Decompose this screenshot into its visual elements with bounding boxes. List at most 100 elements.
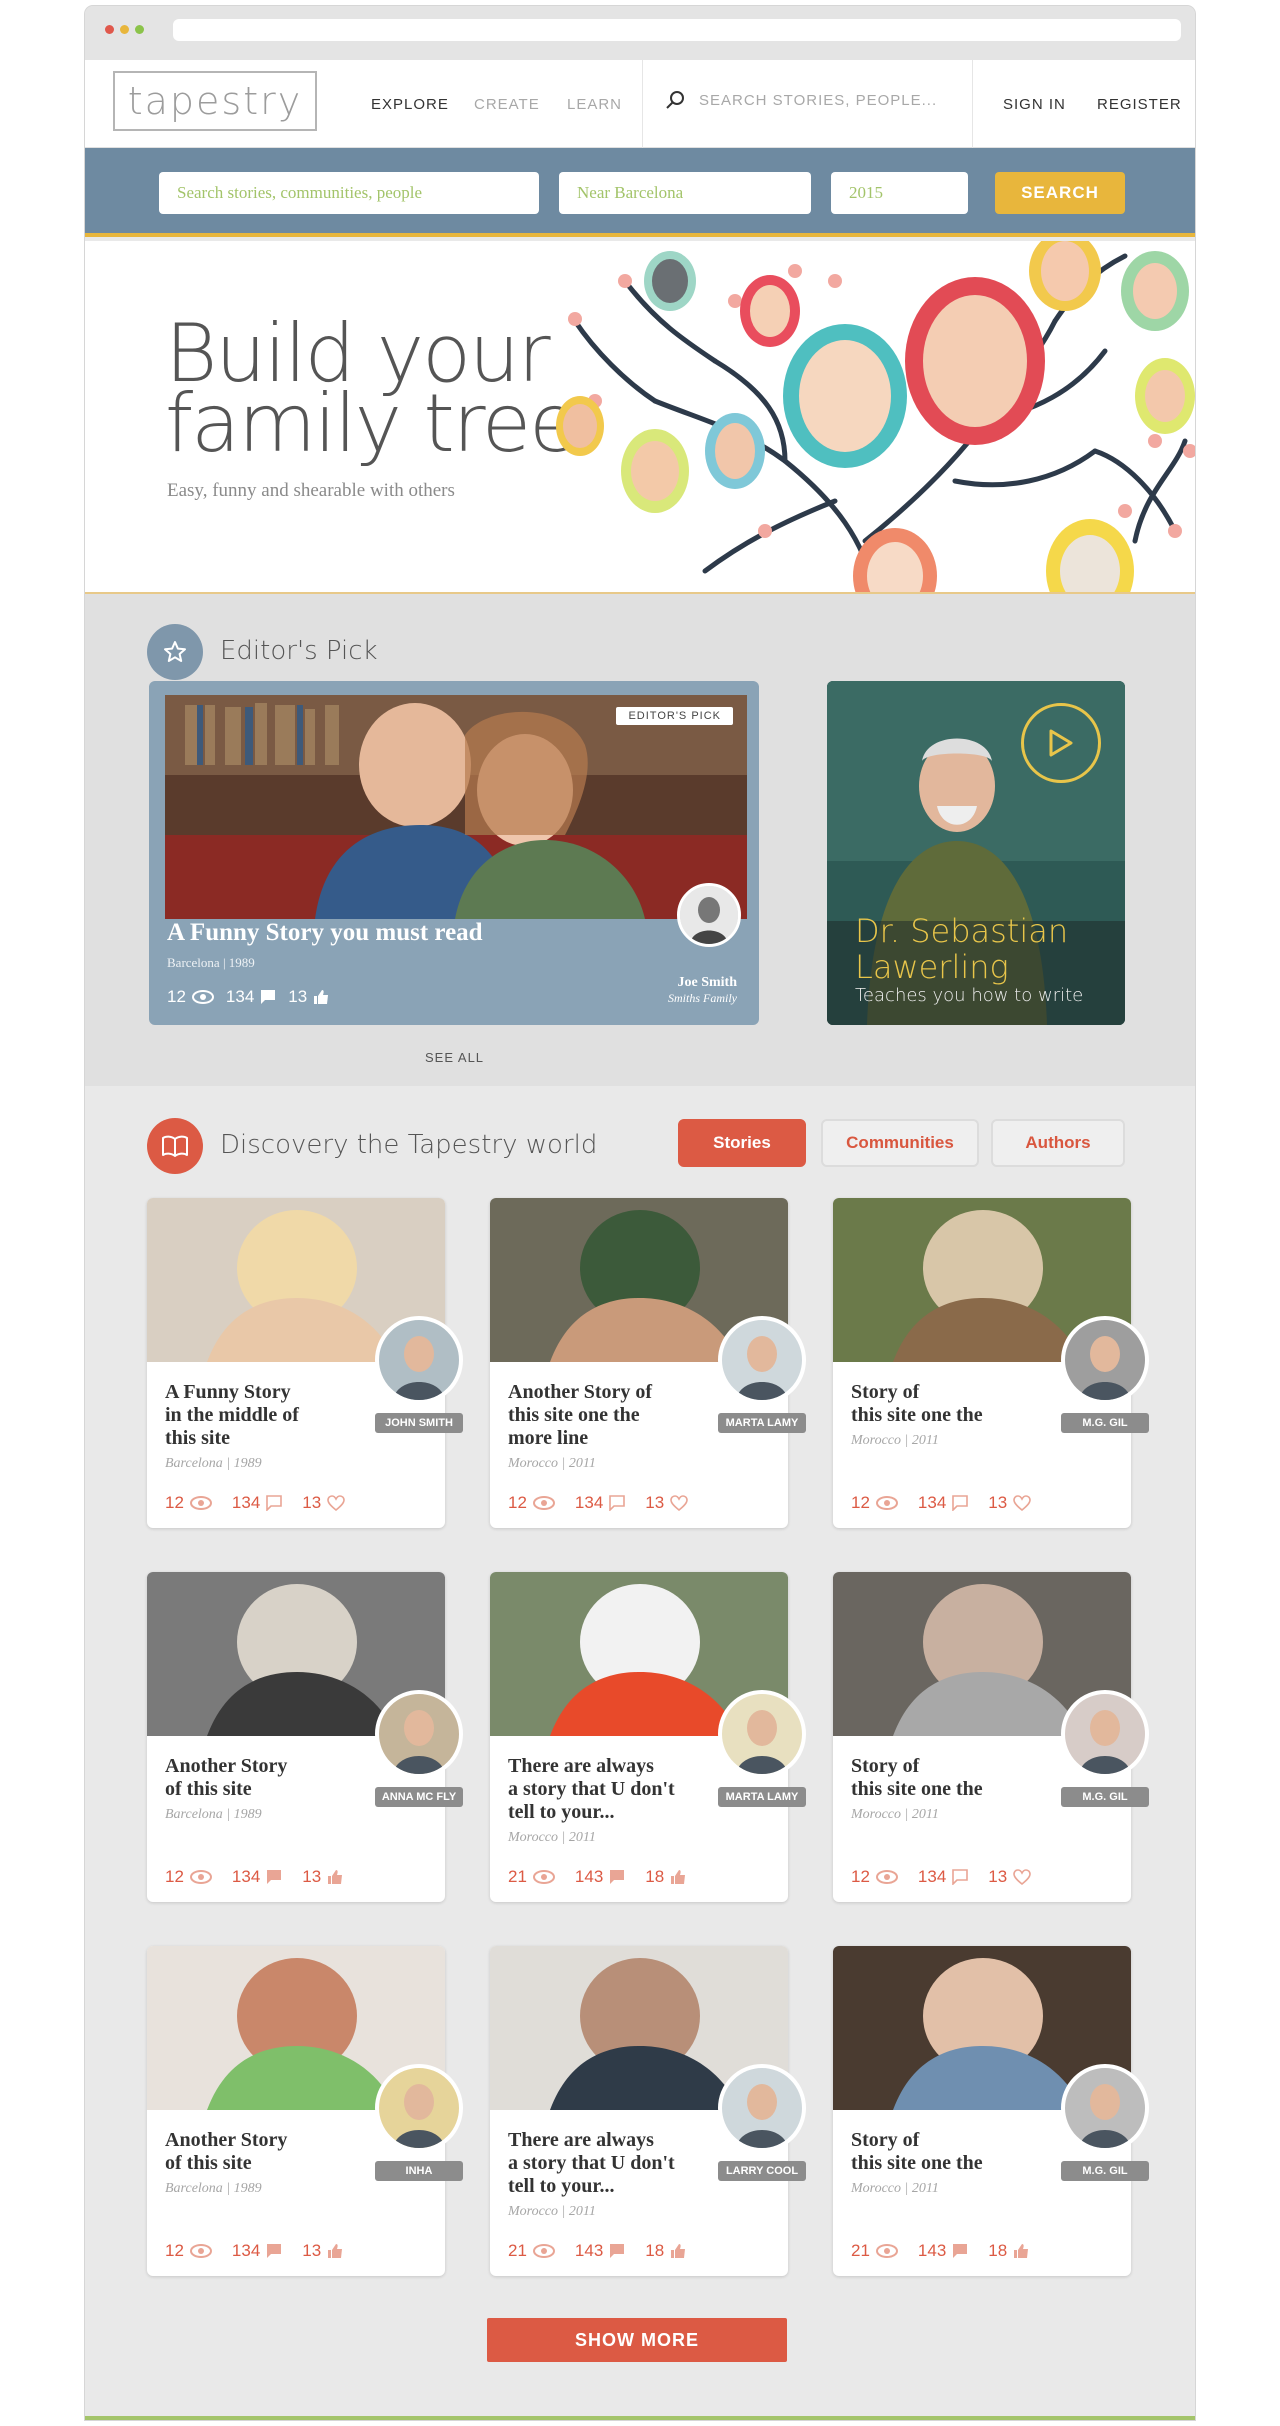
nav-explore[interactable]: EXPLORE xyxy=(371,96,449,113)
story-title[interactable]: There are always a story that U don't te… xyxy=(508,1755,708,1824)
story-card[interactable]: M.G. GIL Story of this site one the Morocc… xyxy=(833,1946,1149,2276)
editors-pick-section: Editor's Pick EDITOR'S PICK A Funny Stor… xyxy=(85,594,1195,1086)
author-avatar[interactable] xyxy=(375,1316,463,1404)
browser-window: tapestry EXPLORE CREATE LEARN SEARCH STO… xyxy=(85,6,1195,2420)
show-more-button[interactable]: SHOW MORE xyxy=(487,2318,787,2362)
author-avatar[interactable] xyxy=(1061,1316,1149,1404)
story-card[interactable]: LARRY COOL There are always a story that … xyxy=(490,1946,806,2276)
address-bar[interactable] xyxy=(173,19,1181,41)
story-meta: Morocco | 2011 xyxy=(851,2181,939,2196)
comment-icon xyxy=(267,2244,282,2258)
author-name-badge[interactable]: M.G. GIL xyxy=(1061,2161,1149,2181)
video-card[interactable]: Dr. Sebastian Lawerling Teaches you how … xyxy=(827,681,1125,1025)
author-name-badge[interactable]: M.G. GIL xyxy=(1061,1413,1149,1433)
featured-story-card[interactable]: EDITOR'S PICK A Funny Story you must rea… xyxy=(149,681,759,1025)
featured-author[interactable]: Joe Smith Smiths Family xyxy=(668,975,737,1006)
discover-heading: Discovery the Tapestry world xyxy=(220,1130,598,1160)
maximize-window-icon[interactable] xyxy=(135,25,144,34)
author-name-badge[interactable]: MARTA LAMY xyxy=(718,1413,806,1433)
author-name-badge[interactable]: JOHN SMITH xyxy=(375,1413,463,1433)
top-navigation: tapestry EXPLORE CREATE LEARN SEARCH STO… xyxy=(85,60,1195,148)
eye-icon xyxy=(875,1496,898,1510)
story-title[interactable]: Another Story of this site xyxy=(165,2129,365,2175)
author-avatar[interactable] xyxy=(718,1690,806,1778)
discover-section: Discovery the Tapestry world Stories Com… xyxy=(85,1086,1195,2420)
story-card[interactable]: MARTA LAMY Another Story of this site one… xyxy=(490,1198,806,1528)
likes-count: 13 xyxy=(302,2241,322,2260)
comments-count: 134 xyxy=(917,1867,947,1886)
story-title[interactable]: There are always a story that U don't te… xyxy=(508,2129,708,2198)
eye-icon xyxy=(532,1496,555,1510)
author-name-badge[interactable]: MARTA LAMY xyxy=(718,1787,806,1807)
story-title[interactable]: A Funny Story in the middle of this site xyxy=(165,1381,365,1450)
tab-stories[interactable]: Stories xyxy=(678,1119,806,1167)
top-search-input[interactable]: SEARCH STORIES, PEOPLE... xyxy=(699,92,937,109)
story-card[interactable]: INHA Another Story of this site Barcelona … xyxy=(147,1946,463,2276)
video-author-name: Dr. Sebastian Lawerling xyxy=(855,912,1069,986)
thumbs-up-icon xyxy=(671,2244,686,2258)
comments-count: 143 xyxy=(574,1867,604,1886)
eye-icon xyxy=(189,1870,212,1884)
tab-authors[interactable]: Authors xyxy=(991,1119,1125,1167)
story-meta: Morocco | 2011 xyxy=(851,1433,939,1448)
comment-icon xyxy=(952,1495,969,1511)
editors-pick-heading: Editor's Pick xyxy=(220,636,378,666)
comments-count: 134 xyxy=(231,1493,261,1512)
query-input[interactable]: Search stories, communities, people xyxy=(159,172,539,214)
eye-icon xyxy=(532,1870,555,1884)
browser-chrome xyxy=(85,6,1195,60)
story-title[interactable]: Story of this site one the xyxy=(851,2129,1051,2175)
story-title[interactable]: Story of this site one the xyxy=(851,1381,1051,1427)
star-icon xyxy=(147,624,203,680)
story-meta: Barcelona | 1989 xyxy=(165,1456,262,1471)
location-input[interactable]: Near Barcelona xyxy=(559,172,811,214)
featured-author-name[interactable]: Joe Smith xyxy=(668,975,738,991)
story-stats: 12 134 13 xyxy=(851,1867,1032,1887)
author-avatar[interactable] xyxy=(718,2064,806,2152)
comments-count: 134 xyxy=(917,1493,947,1512)
hero-banner: Build your family tree Easy, funny and s… xyxy=(85,241,1195,594)
author-avatar[interactable] xyxy=(718,1316,806,1404)
tapestry-logo[interactable]: tapestry xyxy=(113,71,317,131)
story-stats: 12 134 13 xyxy=(165,1493,346,1513)
story-card[interactable]: M.G. GIL Story of this site one the Morocc… xyxy=(833,1198,1149,1528)
see-all-link[interactable]: SEE ALL xyxy=(425,1050,484,1065)
story-card[interactable]: MARTA LAMY There are always a story that … xyxy=(490,1572,806,1902)
author-name-badge[interactable]: M.G. GIL xyxy=(1061,1787,1149,1807)
author-name-badge[interactable]: LARRY COOL xyxy=(718,2161,806,2181)
family-tree-illustration xyxy=(556,241,1195,592)
story-title[interactable]: Another Story of this site xyxy=(165,1755,365,1801)
register-link[interactable]: REGISTER xyxy=(1097,96,1182,113)
author-avatar[interactable] xyxy=(1061,1690,1149,1778)
story-meta: Barcelona | 1989 xyxy=(165,2181,262,2196)
story-card[interactable]: M.G. GIL Story of this site one the Morocc… xyxy=(833,1572,1149,1902)
views-count: 21 xyxy=(851,2241,870,2260)
views-count: 12 xyxy=(165,1867,184,1886)
year-input[interactable]: 2015 xyxy=(831,172,968,214)
story-stats: 12 134 13 xyxy=(165,1867,343,1887)
author-avatar[interactable] xyxy=(375,1690,463,1778)
comment-icon xyxy=(610,1870,625,1884)
close-window-icon[interactable] xyxy=(105,25,114,34)
story-title[interactable]: Another Story of this site one the more … xyxy=(508,1381,708,1450)
views-count: 12 xyxy=(167,987,186,1006)
story-card[interactable]: JOHN SMITH A Funny Story in the middle of… xyxy=(147,1198,463,1528)
author-name-badge[interactable]: ANNA MC FLY xyxy=(375,1787,463,1807)
likes-count: 13 xyxy=(302,1493,322,1512)
play-button[interactable] xyxy=(1021,703,1101,783)
sign-in-link[interactable]: SIGN IN xyxy=(1003,96,1066,113)
featured-author-avatar[interactable] xyxy=(677,883,741,947)
story-title[interactable]: Story of this site one the xyxy=(851,1755,1051,1801)
tab-communities[interactable]: Communities xyxy=(821,1119,979,1167)
author-avatar[interactable] xyxy=(375,2064,463,2152)
search-button[interactable]: SEARCH xyxy=(995,172,1125,214)
featured-story-title[interactable]: A Funny Story you must read xyxy=(167,919,483,947)
author-avatar[interactable] xyxy=(1061,2064,1149,2152)
story-card[interactable]: ANNA MC FLY Another Story of this site Bar… xyxy=(147,1572,463,1902)
story-stats: 12 134 13 xyxy=(508,1493,689,1513)
author-name-badge[interactable]: INHA xyxy=(375,2161,463,2181)
minimize-window-icon[interactable] xyxy=(120,25,129,34)
top-search[interactable]: SEARCH STORIES, PEOPLE... xyxy=(665,90,937,110)
nav-learn[interactable]: LEARN xyxy=(567,96,622,113)
nav-create[interactable]: CREATE xyxy=(474,96,540,113)
